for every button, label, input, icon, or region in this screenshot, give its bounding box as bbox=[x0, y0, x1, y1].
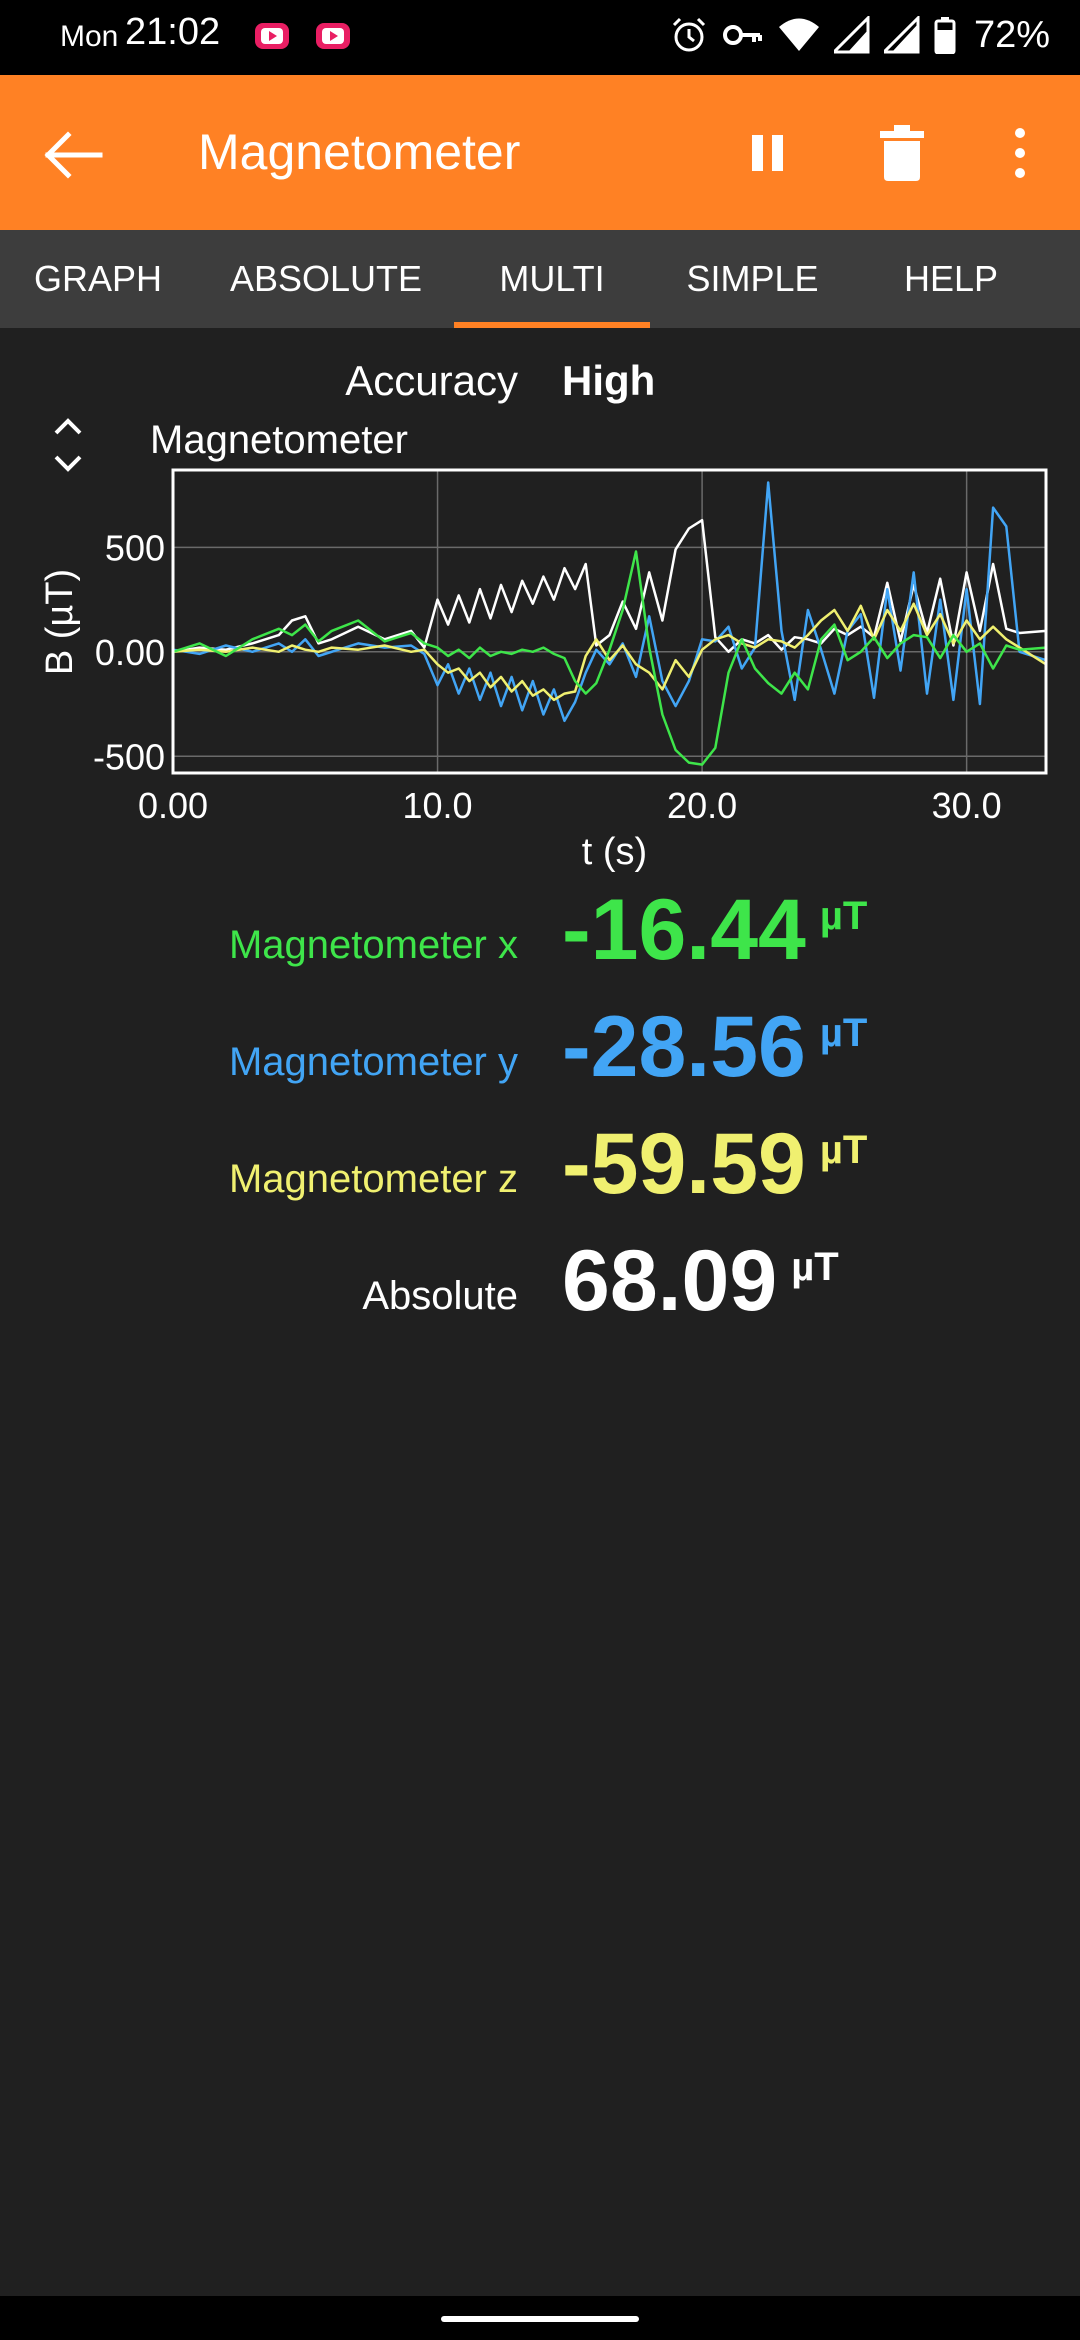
home-gesture-handle[interactable] bbox=[441, 2316, 639, 2322]
wifi-icon bbox=[778, 18, 819, 51]
y-tick-label: 0.00 bbox=[95, 632, 165, 673]
app-bar: Magnetometer bbox=[0, 75, 1080, 230]
navigation-bar bbox=[0, 2296, 1080, 2340]
reading-label: Magnetometer y bbox=[228, 1040, 518, 1084]
reading-label: Magnetometer z bbox=[228, 1157, 518, 1201]
x-tick-label: 10.0 bbox=[403, 785, 473, 826]
x-tick-label: 0.00 bbox=[138, 785, 208, 826]
tab-simple[interactable]: SIMPLE bbox=[670, 230, 835, 328]
reading-magnetometer-x: Magnetometer x -16.44 µT bbox=[0, 882, 1080, 990]
x-tick-label: 30.0 bbox=[932, 785, 1002, 826]
reading-unit: µT bbox=[819, 894, 868, 938]
y-tick-label: 500 bbox=[105, 527, 165, 568]
back-arrow-icon[interactable] bbox=[40, 120, 110, 190]
tab-graph[interactable]: GRAPH bbox=[14, 230, 182, 328]
pause-icon[interactable] bbox=[740, 123, 800, 183]
battery-percentage: 72% bbox=[973, 13, 1050, 56]
more-vert-icon[interactable] bbox=[1000, 121, 1040, 185]
reading-value: -16.44 µT bbox=[562, 882, 868, 978]
reading-unit: µT bbox=[819, 1128, 868, 1172]
reading-value: 68.09 µT bbox=[562, 1233, 839, 1329]
reading-absolute: Absolute 68.09 µT bbox=[0, 1233, 1080, 1341]
signal-icon bbox=[883, 16, 920, 54]
status-time: 21:02 bbox=[125, 11, 221, 53]
delete-icon[interactable] bbox=[872, 121, 932, 185]
magnetometer-chart[interactable]: 0.00 10.0 20.0 30.0 500 0.00 -500 t (s) B (µT) bbox=[0, 460, 1080, 880]
status-day: Mon bbox=[60, 20, 119, 53]
tab-absolute[interactable]: ABSOLUTE bbox=[216, 230, 436, 328]
reading-value: -59.59 µT bbox=[562, 1116, 868, 1212]
reading-magnetometer-z: Magnetometer z -59.59 µT bbox=[0, 1116, 1080, 1224]
tab-multi[interactable]: MULTI bbox=[454, 230, 650, 328]
x-axis-label: t (s) bbox=[582, 831, 647, 873]
accuracy-label: Accuracy bbox=[345, 357, 518, 404]
reading-value: -28.56 µT bbox=[562, 999, 868, 1095]
youtube-notification-icon bbox=[316, 23, 350, 49]
reading-label: Magnetometer x bbox=[228, 923, 518, 967]
reading-magnetometer-y: Magnetometer y -28.56 µT bbox=[0, 999, 1080, 1107]
vpn-key-icon bbox=[722, 25, 762, 45]
y-tick-label: -500 bbox=[93, 736, 165, 777]
tab-help[interactable]: HELP bbox=[880, 230, 1022, 328]
reading-unit: µT bbox=[791, 1245, 839, 1289]
accuracy-value: High bbox=[562, 357, 656, 404]
youtube-notification-icon bbox=[255, 23, 289, 49]
plot-frame bbox=[171, 468, 1048, 775]
signal-icon bbox=[833, 16, 870, 54]
tab-bar: GRAPH ABSOLUTE MULTI SIMPLE HELP bbox=[0, 230, 1080, 328]
selected-tab-indicator bbox=[454, 322, 650, 328]
battery-icon bbox=[934, 17, 956, 54]
y-axis-label: B (µT) bbox=[39, 569, 81, 675]
app-title: Magnetometer bbox=[198, 124, 521, 180]
graph-title: Magnetometer bbox=[150, 418, 408, 462]
reading-label: Absolute bbox=[362, 1274, 518, 1318]
series-line bbox=[172, 481, 1047, 723]
reading-unit: µT bbox=[819, 1011, 868, 1055]
status-bar: Mon 21:02 72% bbox=[0, 0, 1080, 75]
x-tick-label: 20.0 bbox=[667, 785, 737, 826]
alarm-icon bbox=[672, 17, 705, 52]
